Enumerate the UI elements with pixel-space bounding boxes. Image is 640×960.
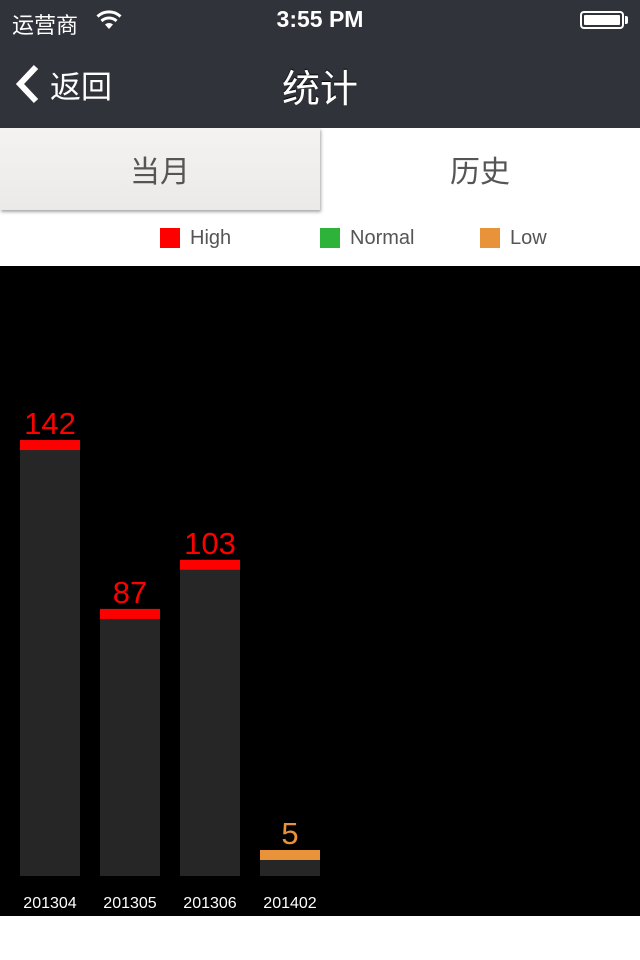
legend-item-normal: Normal	[320, 226, 414, 250]
value-label-201305: 87	[113, 575, 147, 610]
category-label-201402: 201402	[263, 895, 316, 912]
bar-cap-201304	[20, 440, 80, 451]
battery-icon	[580, 11, 624, 29]
bar-chart: 142 201304 87 201305 103 201306 5 201402	[0, 266, 640, 916]
legend-label-normal: Normal	[350, 226, 415, 249]
legend-swatch-normal	[320, 228, 340, 248]
back-label: 返回	[50, 69, 112, 106]
category-label-201305: 201305	[103, 895, 156, 912]
bar-chart-svg: 142 201304 87 201305 103 201306 5 201402	[20, 406, 320, 912]
bar-201304	[20, 440, 80, 876]
bar-cap-201306	[180, 559, 240, 570]
category-label-201306: 201306	[183, 895, 236, 912]
legend-item-low: Low	[480, 226, 547, 250]
status-time: 3:55 PM	[276, 6, 364, 32]
value-label-201306: 103	[184, 526, 236, 561]
bar-201305	[100, 608, 160, 876]
category-label-201304: 201304	[23, 895, 76, 912]
legend-swatch-low	[480, 228, 500, 248]
bar-cap-201305	[100, 608, 160, 619]
chevron-left-icon	[15, 64, 39, 104]
legend-label-low: Low	[510, 226, 547, 249]
value-label-201402: 5	[281, 816, 298, 851]
chart-legend: High Normal Low	[0, 210, 640, 266]
top-bar: 运营商 3:55 PM 统计 返回	[0, 0, 640, 128]
legend-swatch-high	[160, 228, 180, 248]
back-button[interactable]: 返回	[14, 62, 112, 106]
bar-cap-201402	[260, 850, 320, 860]
legend-label-high: High	[190, 226, 232, 249]
bar-201306	[180, 559, 240, 876]
tab-history[interactable]: 历史	[320, 128, 640, 210]
value-label-201304: 142	[24, 406, 76, 441]
legend-item-high: High	[160, 226, 231, 250]
segmented-tabs: 历史 当月	[0, 128, 640, 210]
battery-tip	[625, 16, 628, 24]
tab-current-month[interactable]: 当月	[0, 128, 320, 210]
